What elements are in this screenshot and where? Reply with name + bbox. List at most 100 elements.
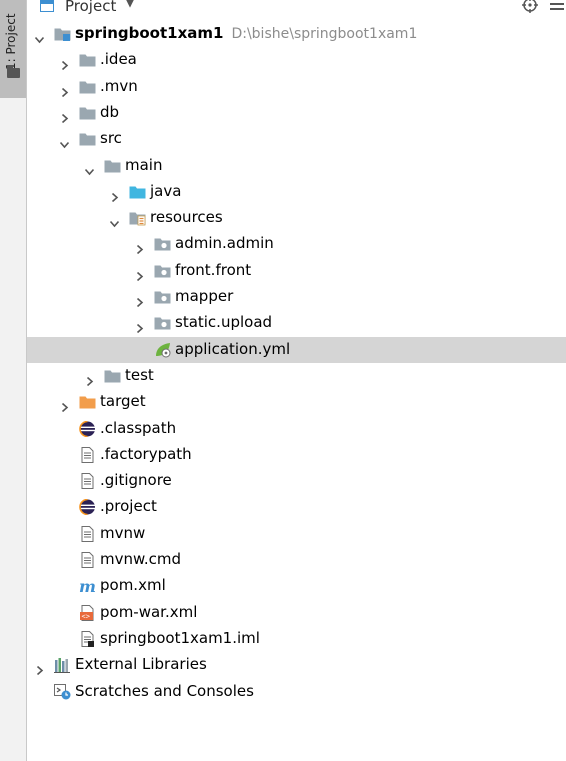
tree-row[interactable]: springboot1xam1 D:\bishe\springboot1xam1 bbox=[27, 21, 566, 47]
tree-row[interactable]: .project bbox=[27, 494, 566, 520]
tree-item-label: pom-war.xml bbox=[100, 602, 198, 621]
project-header: Project ▼ bbox=[27, 0, 566, 18]
folder-resources-icon bbox=[129, 210, 146, 226]
tree-item-label: application.yml bbox=[175, 339, 291, 358]
chevron-down-icon[interactable] bbox=[34, 29, 45, 44]
folder-source-icon bbox=[129, 184, 146, 200]
folder-icon bbox=[104, 368, 121, 384]
tree-item-label: External Libraries bbox=[75, 655, 207, 674]
tree-item-label: target bbox=[100, 392, 146, 411]
tree-item-label: admin.admin bbox=[175, 234, 274, 253]
tree-row[interactable]: src bbox=[27, 126, 566, 152]
chevron-down-icon[interactable] bbox=[84, 161, 95, 175]
chevron-right-icon[interactable] bbox=[60, 108, 69, 123]
settings-icon[interactable] bbox=[550, 0, 564, 12]
tree-row[interactable]: External Libraries bbox=[27, 652, 566, 678]
tree-row[interactable]: mvnw bbox=[27, 521, 566, 547]
tree-item-label: resources bbox=[150, 208, 223, 227]
tree-row[interactable]: .mvn bbox=[27, 74, 566, 100]
tree-item-label: mvnw bbox=[100, 523, 146, 542]
tree-row[interactable]: Scratches and Consoles bbox=[27, 679, 566, 705]
svg-text:m: m bbox=[79, 578, 96, 594]
tree-item-label: springboot1xam1.iml bbox=[100, 628, 260, 647]
package-icon bbox=[154, 289, 171, 305]
tree-item-label: Scratches and Consoles bbox=[75, 681, 254, 700]
locate-target-icon[interactable] bbox=[522, 0, 538, 13]
package-icon bbox=[154, 315, 171, 331]
tree-row[interactable]: .factorypath bbox=[27, 442, 566, 468]
tree-item-label: pom.xml bbox=[100, 576, 166, 595]
tree-row[interactable]: main bbox=[27, 153, 566, 179]
tree-row[interactable]: static.upload bbox=[27, 310, 566, 336]
text-file-icon bbox=[79, 525, 96, 542]
chevron-right-icon[interactable] bbox=[85, 371, 94, 386]
chevron-right-icon[interactable] bbox=[60, 82, 69, 97]
tree-row[interactable]: .idea bbox=[27, 47, 566, 73]
tree-row[interactable]: mvnw.cmd bbox=[27, 547, 566, 573]
tree-item-label: static.upload bbox=[175, 313, 273, 332]
tree-item-label: .gitignore bbox=[100, 471, 172, 490]
tree-item-label: db bbox=[100, 102, 120, 121]
tree-row[interactable]: java bbox=[27, 179, 566, 205]
tree-item-label: test bbox=[125, 365, 154, 384]
tree-row[interactable]: .gitignore bbox=[27, 468, 566, 494]
spring-yml-icon bbox=[154, 342, 171, 358]
tree-row[interactable]: admin.admin bbox=[27, 231, 566, 257]
text-file-icon bbox=[79, 446, 96, 463]
eclipse-icon bbox=[79, 420, 96, 437]
folder-excluded-icon bbox=[79, 394, 96, 410]
tree-row[interactable]: <> pom-war.xml bbox=[27, 600, 566, 626]
tree-item-label: front.front bbox=[175, 260, 252, 279]
tree-row[interactable]: resources bbox=[27, 205, 566, 231]
chevron-right-icon[interactable] bbox=[135, 239, 144, 255]
svg-text:<>: <> bbox=[82, 612, 90, 620]
tree-item-label: .factorypath bbox=[100, 444, 192, 463]
chevron-down-icon[interactable] bbox=[59, 134, 70, 149]
scratches-icon bbox=[54, 683, 71, 700]
view-selector[interactable]: Project bbox=[65, 0, 116, 15]
libraries-icon bbox=[54, 657, 71, 674]
package-icon bbox=[154, 263, 171, 279]
chevron-right-icon[interactable] bbox=[110, 187, 119, 202]
tree-row[interactable]: springboot1xam1.iml bbox=[27, 626, 566, 652]
tree-item-label: springboot1xam1 D:\bishe\springboot1xam1 bbox=[75, 24, 418, 42]
folder-icon bbox=[104, 158, 121, 174]
project-tab-label: 1: Project bbox=[4, 13, 18, 70]
tree-item-label: .mvn bbox=[100, 76, 138, 95]
tree-item-label: .project bbox=[100, 497, 157, 516]
tree-item-label: main bbox=[125, 155, 163, 174]
project-path-hint: D:\bishe\springboot1xam1 bbox=[231, 26, 418, 42]
xml-file-icon: <> bbox=[79, 604, 96, 621]
chevron-down-icon[interactable] bbox=[109, 213, 120, 228]
text-file-icon bbox=[79, 552, 96, 568]
tree-item-label: src bbox=[100, 129, 122, 148]
chevron-right-icon[interactable] bbox=[135, 292, 144, 308]
tree-row[interactable]: front.front bbox=[27, 258, 566, 284]
chevron-right-icon[interactable] bbox=[135, 266, 144, 281]
chevron-right-icon[interactable] bbox=[60, 55, 69, 71]
tree-row[interactable]: mapper bbox=[27, 284, 566, 310]
project-tool-tab[interactable]: 1: Project bbox=[0, 0, 26, 98]
chevron-right-icon[interactable] bbox=[60, 397, 69, 413]
chevron-down-icon[interactable]: ▼ bbox=[125, 0, 135, 10]
tree-row[interactable]: application.yml bbox=[27, 336, 566, 363]
project-window-icon bbox=[40, 0, 54, 12]
iml-file-icon bbox=[79, 630, 96, 647]
tree-row[interactable]: m pom.xml bbox=[27, 573, 566, 599]
tree-row[interactable]: db bbox=[27, 100, 566, 126]
text-file-icon bbox=[79, 473, 96, 490]
tree-row[interactable]: target bbox=[27, 389, 566, 415]
chevron-right-icon[interactable] bbox=[35, 660, 44, 676]
maven-icon: m bbox=[79, 577, 96, 596]
folder-icon bbox=[79, 52, 96, 68]
tree-item-label: java bbox=[150, 181, 182, 200]
tree-row[interactable]: test bbox=[27, 363, 566, 389]
chevron-right-icon[interactable] bbox=[135, 318, 144, 334]
tree-row[interactable]: .classpath bbox=[27, 416, 566, 442]
folder-icon bbox=[7, 65, 20, 78]
package-icon bbox=[154, 236, 171, 252]
folder-icon bbox=[79, 79, 96, 95]
folder-icon bbox=[79, 105, 96, 121]
eclipse-icon bbox=[79, 499, 96, 516]
tree-item-label: mvnw.cmd bbox=[100, 550, 182, 568]
